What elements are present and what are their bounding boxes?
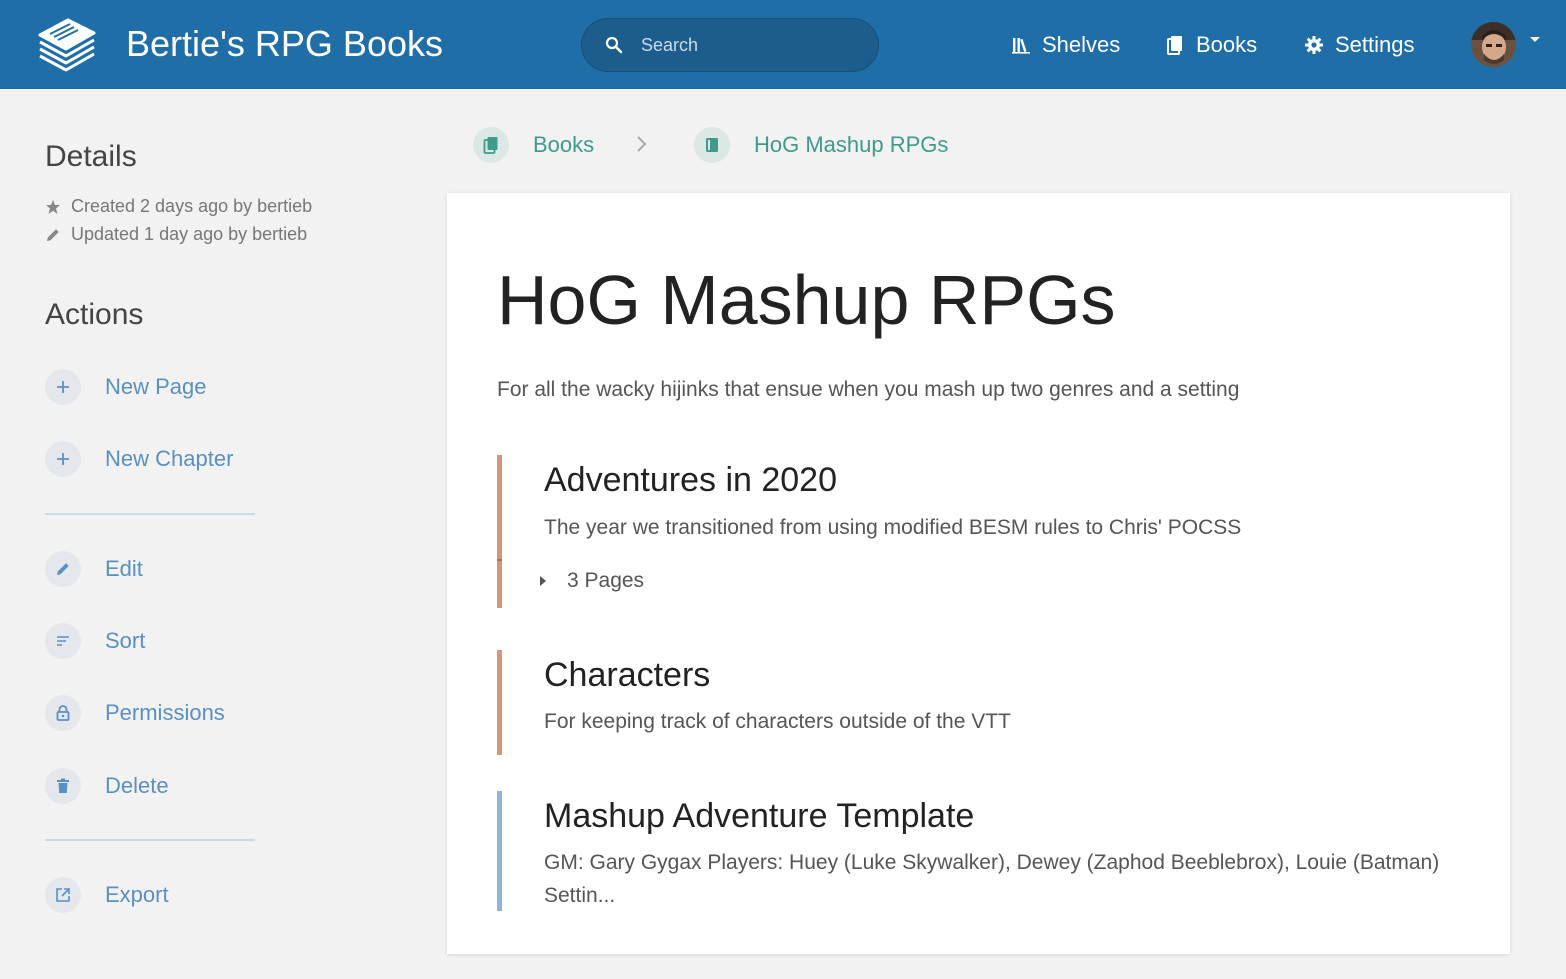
star-icon <box>46 199 60 214</box>
breadcrumb-books-label: Books <box>533 132 595 157</box>
top-header: Bertie's RPG Books Shelves Books <box>0 0 1566 89</box>
new-page-button[interactable]: New Page <box>45 369 207 405</box>
created-text: Created 2 days ago by bertieb <box>71 196 313 216</box>
created-info: Created 2 days ago by bertieb <box>45 196 312 217</box>
nav-books-label: Books <box>1196 32 1258 57</box>
nav-settings[interactable]: Settings <box>1305 30 1415 60</box>
edit-label: Edit <box>105 556 143 581</box>
gear-icon <box>1305 36 1323 54</box>
chevron-down-icon[interactable] <box>1529 36 1541 44</box>
updated-text: Updated 1 day ago by bertieb <box>71 224 308 244</box>
search-input[interactable] <box>630 26 865 64</box>
sort-label: Sort <box>105 628 146 653</box>
permissions-label: Permissions <box>105 700 225 725</box>
nav-settings-label: Settings <box>1335 32 1415 57</box>
caret-right-icon <box>540 576 546 586</box>
plus-icon <box>45 441 81 477</box>
actions-divider <box>45 513 255 515</box>
export-label: Export <box>105 882 169 907</box>
sort-button[interactable]: Sort <box>45 623 145 659</box>
pencil-icon <box>45 551 81 587</box>
chapter-description: For keeping track of characters outside … <box>544 710 1011 733</box>
delete-label: Delete <box>105 773 169 798</box>
app-title[interactable]: Bertie's RPG Books <box>126 22 443 66</box>
chapter-pages-toggle[interactable]: 3 Pages <box>539 569 644 593</box>
book-title: HoG Mashup RPGs <box>497 261 1116 339</box>
books-icon <box>473 127 509 163</box>
sort-icon <box>45 623 81 659</box>
export-icon <box>45 877 81 913</box>
book-description: For all the wacky hijinks that ensue whe… <box>497 378 1240 401</box>
chapter-item[interactable]: Adventures in 2020 The year we transitio… <box>497 455 1457 608</box>
nav-books[interactable]: Books <box>1166 30 1257 60</box>
trash-icon <box>45 768 81 804</box>
nav-shelves[interactable]: Shelves <box>1012 30 1120 60</box>
pencil-icon <box>47 228 59 241</box>
chapter-title[interactable]: Adventures in 2020 <box>544 461 837 500</box>
search-icon <box>605 36 623 54</box>
book-icon <box>694 127 730 163</box>
page-excerpt: GM: Gary Gygax Players: Huey (Luke Skywa… <box>544 851 1440 907</box>
chevron-right-icon <box>637 136 647 152</box>
new-page-label: New Page <box>105 374 207 399</box>
shelves-icon <box>1012 38 1030 54</box>
lock-icon <box>45 695 81 731</box>
permissions-button[interactable]: Permissions <box>45 695 225 731</box>
avatar-image <box>1471 22 1516 67</box>
chapter-description: The year we transitioned from using modi… <box>544 516 1242 539</box>
user-avatar[interactable] <box>1471 22 1516 67</box>
chapter-title[interactable]: Characters <box>544 656 710 695</box>
books-logo-icon[interactable] <box>36 16 98 74</box>
book-icon <box>1167 36 1182 55</box>
new-chapter-button[interactable]: New Chapter <box>45 441 233 477</box>
delete-button[interactable]: Delete <box>45 768 169 804</box>
updated-info: Updated 1 day ago by bertieb <box>45 224 307 245</box>
edit-button[interactable]: Edit <box>45 551 143 587</box>
breadcrumb-book[interactable]: HoG Mashup RPGs <box>694 127 948 163</box>
breadcrumb-book-label: HoG Mashup RPGs <box>754 132 949 157</box>
new-chapter-label: New Chapter <box>105 446 234 471</box>
breadcrumb-books[interactable]: Books <box>473 127 594 163</box>
plus-icon <box>45 369 81 405</box>
chapter-pages-count: 3 Pages <box>567 569 645 592</box>
actions-heading: Actions <box>45 298 144 331</box>
page-item[interactable]: Mashup Adventure Template GM: Gary Gygax… <box>497 791 1457 911</box>
nav-shelves-label: Shelves <box>1042 32 1121 57</box>
export-button[interactable]: Export <box>45 877 169 913</box>
page-title[interactable]: Mashup Adventure Template <box>544 797 974 836</box>
details-heading: Details <box>45 140 137 173</box>
chapter-divider <box>497 559 502 561</box>
export-divider <box>45 839 255 841</box>
chapter-item[interactable]: Characters For keeping track of characte… <box>497 650 1457 755</box>
